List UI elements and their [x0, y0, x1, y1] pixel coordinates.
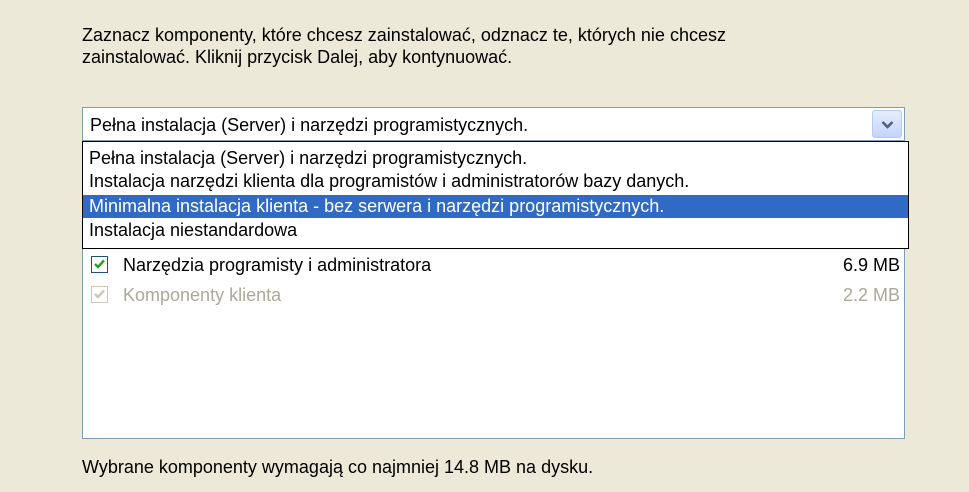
component-row-client-components: Komponenty klienta 2.2 MB: [91, 283, 900, 307]
instructions-text: Zaznacz komponenty, które chcesz zainsta…: [82, 24, 902, 68]
install-type-option-client-tools[interactable]: Instalacja narzędzi klienta dla programi…: [83, 170, 908, 193]
checkmark-icon: [94, 289, 105, 299]
component-row-dev-admin-tools[interactable]: Narzędzia programisty i administratora 6…: [91, 253, 900, 277]
instructions-line-1: Zaznacz komponenty, które chcesz zainsta…: [82, 25, 726, 45]
install-type-select[interactable]: Pełna instalacja (Server) i narzędzi pro…: [82, 107, 905, 141]
component-size: 6.9 MB: [842, 255, 900, 275]
instructions-line-2: zainstalować. Kliknij przycisk Dalej, ab…: [82, 47, 513, 67]
install-type-option-full[interactable]: Pełna instalacja (Server) i narzędzi pro…: [83, 147, 908, 170]
component-checkbox[interactable]: [91, 256, 108, 273]
install-type-option-minimal-client[interactable]: Minimalna instalacja klienta - bez serwe…: [83, 195, 908, 218]
component-checkbox-disabled: [91, 286, 108, 303]
install-type-option-custom[interactable]: Instalacja niestandardowa: [83, 219, 908, 242]
component-size: 2.2 MB: [842, 285, 900, 305]
checkmark-icon: [94, 259, 105, 269]
install-type-dropdown-list[interactable]: Pełna instalacja (Server) i narzędzi pro…: [82, 141, 909, 249]
component-label: Komponenty klienta: [123, 285, 282, 305]
dropdown-button[interactable]: [872, 110, 902, 138]
disk-space-required-text: Wybrane komponenty wymagają co najmniej …: [82, 457, 594, 477]
install-type-selected-value: Pełna instalacja (Server) i narzędzi pro…: [90, 115, 529, 135]
component-label: Narzędzia programisty i administratora: [123, 255, 432, 275]
chevron-down-icon: [881, 121, 894, 129]
